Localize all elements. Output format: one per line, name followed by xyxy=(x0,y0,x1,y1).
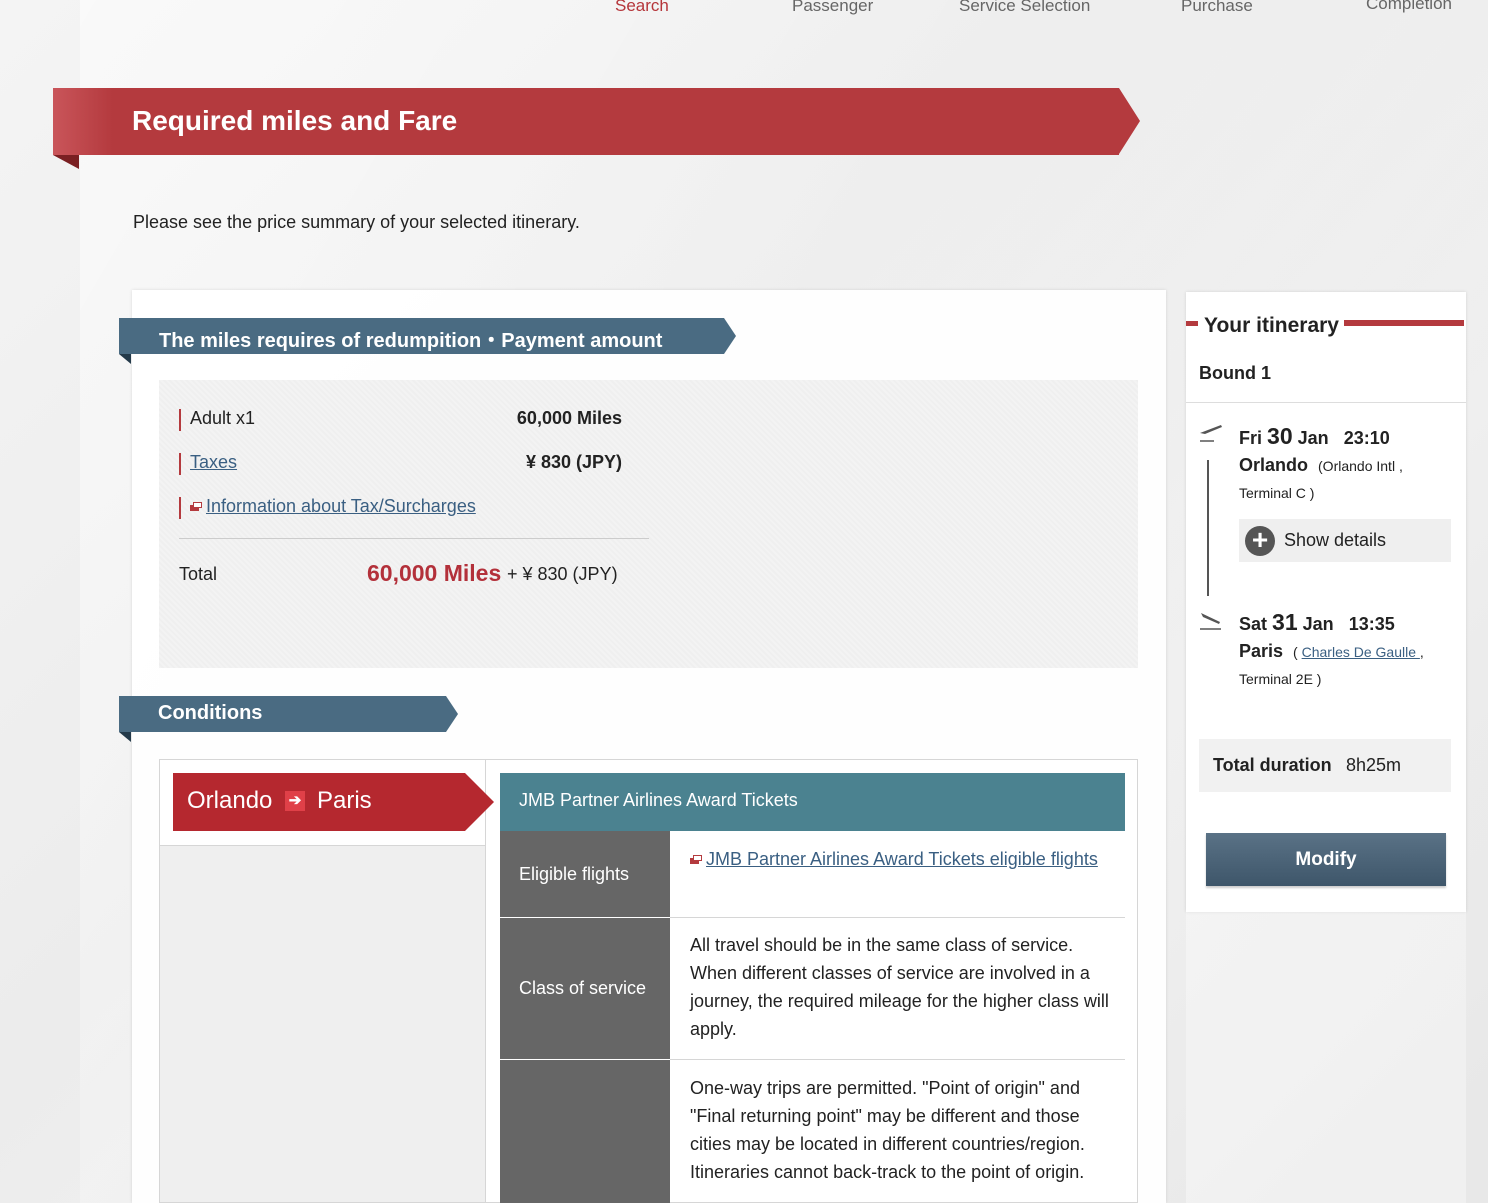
arrival-city: Paris( Charles De Gaulle , xyxy=(1239,641,1424,661)
progress-steps: Search Passenger Service Selection Purch… xyxy=(0,0,1488,16)
eligible-flights-link[interactable]: JMB Partner Airlines Award Tickets eligi… xyxy=(706,849,1098,869)
timeline-line xyxy=(1207,460,1209,596)
arrow-right-icon: ➔ xyxy=(285,791,305,811)
route-from: Orlando xyxy=(187,787,273,814)
route-to: Paris xyxy=(317,787,372,814)
total-yen: + ¥ 830 (JPY) xyxy=(507,564,618,584)
airport-link[interactable]: Charles De Gaulle xyxy=(1302,644,1420,660)
departure-terminal: Terminal C ) xyxy=(1239,485,1315,501)
row-divider xyxy=(670,1059,1125,1060)
total-miles: 60,000 Miles xyxy=(367,560,502,586)
row-divider xyxy=(670,917,1125,918)
arrival-plane-icon xyxy=(1199,610,1223,637)
fare-divider xyxy=(179,538,649,539)
taxes-link[interactable]: Taxes xyxy=(190,452,237,473)
external-link-icon xyxy=(690,855,702,864)
modify-button[interactable]: Modify xyxy=(1206,833,1446,886)
step-completion: Completion xyxy=(1366,0,1452,13)
arrival-datetime: Sat 31 Jan 13:35 xyxy=(1239,609,1395,635)
step-service-selection: Service Selection xyxy=(959,0,1091,15)
step-search: Search xyxy=(615,0,669,15)
taxes-amount: ¥ 830 (JPY) xyxy=(525,452,622,472)
itinerary-panel: Your itinerary Bound 1 Fri 30 Jan 23:10 … xyxy=(1186,292,1466,912)
step-purchase: Purchase xyxy=(1181,0,1253,15)
step-passenger: Passenger xyxy=(792,0,874,15)
itinerary-panel-lower xyxy=(1186,912,1466,1203)
intro-text: Please see the price summary of your sel… xyxy=(133,212,580,232)
total-duration: Total duration 8h25m xyxy=(1199,739,1451,792)
trip-rules-label xyxy=(500,1060,670,1203)
bound-label: Bound 1 xyxy=(1199,363,1271,383)
page-title-banner: Required miles and Fare xyxy=(53,88,1140,169)
tax-info-link[interactable]: Information about Tax/Surcharges xyxy=(206,496,476,516)
plus-icon: + xyxy=(1245,526,1275,556)
fare-summary: Adult x1 60,000 Miles Taxes ¥ 830 (JPY) … xyxy=(159,380,1138,668)
departure-datetime: Fri 30 Jan 23:10 xyxy=(1239,423,1390,449)
departure-city: Orlando (Orlando Intl , xyxy=(1239,455,1403,475)
eligible-flights-label: Eligible flights xyxy=(500,831,670,917)
adult-label: Adult x1 xyxy=(190,408,256,428)
conditions-header: JMB Partner Airlines Award Tickets xyxy=(500,773,1125,831)
total-label: Total xyxy=(179,564,218,584)
adult-miles: 60,000 Miles xyxy=(516,408,622,428)
class-of-service-label: Class of service xyxy=(500,918,670,1059)
conditions-heading: Conditions xyxy=(119,696,458,742)
trip-rules-text: One-way trips are permitted. "Point of o… xyxy=(690,1078,1085,1182)
eligible-flights-value: JMB Partner Airlines Award Tickets eligi… xyxy=(690,845,1115,873)
route-tab-orlando-paris[interactable]: Orlando ➔ Paris xyxy=(173,773,494,831)
departure-plane-icon xyxy=(1199,422,1223,449)
arrival-terminal: Terminal 2E ) xyxy=(1239,671,1322,687)
page-title: Required miles and Fare xyxy=(132,105,458,136)
external-link-icon xyxy=(190,502,202,511)
itinerary-title: Your itinerary xyxy=(1204,314,1339,337)
class-of-service-text: All travel should be in the same class o… xyxy=(690,935,1109,1039)
show-details-button[interactable]: + Show details xyxy=(1239,519,1451,562)
fare-section-heading: The miles requires of redumpition・Paymen… xyxy=(119,318,736,364)
